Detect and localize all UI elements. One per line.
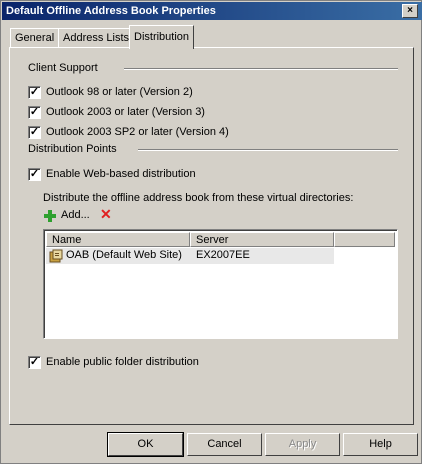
outlook98-label: Outlook 98 or later (Version 2) (46, 86, 193, 98)
help-button[interactable]: Help (343, 433, 418, 456)
add-icon (43, 209, 57, 223)
close-button[interactable]: × (402, 4, 418, 18)
tab-distribution-label: Distribution (134, 31, 190, 43)
remove-icon[interactable]: ✕ (100, 206, 112, 223)
tab-distribution[interactable]: Distribution (129, 25, 195, 49)
column-header-name[interactable]: Name (46, 232, 190, 247)
outlook2003sp2-label: Outlook 2003 SP2 or later (Version 4) (46, 126, 229, 138)
window-title: Default Offline Address Book Properties (6, 5, 216, 17)
tab-address-lists[interactable]: Address Lists (58, 28, 135, 48)
title-bar[interactable]: Default Offline Address Book Properties … (2, 2, 422, 20)
virtual-directories-list[interactable]: Name Server OAB (Default Web Site) EX200… (43, 229, 398, 339)
cancel-button[interactable]: Cancel (187, 433, 262, 456)
outlook98-checkbox[interactable]: ✓ (28, 86, 41, 99)
outlook2003-checkbox[interactable]: ✓ (28, 106, 41, 119)
row-name: OAB (Default Web Site) (66, 249, 182, 261)
row-server: EX2007EE (196, 249, 250, 261)
list-item[interactable]: OAB (Default Web Site) EX2007EE (46, 248, 334, 264)
distribution-points-divider (138, 149, 398, 151)
column-header-filler (334, 232, 395, 247)
outlook2003sp2-checkbox[interactable]: ✓ (28, 126, 41, 139)
virtual-directories-description: Distribute the offline address book from… (43, 192, 354, 204)
web-distribution-label: Enable Web-based distribution (46, 168, 196, 180)
client-support-divider (124, 68, 398, 70)
client-support-heading: Client Support (28, 62, 98, 74)
column-header-server[interactable]: Server (190, 232, 334, 247)
tab-general[interactable]: General (10, 28, 60, 48)
add-label: Add... (61, 209, 90, 221)
column-name-label: Name (52, 234, 82, 246)
column-server-label: Server (196, 234, 229, 246)
oab-directory-icon (49, 249, 63, 263)
ok-button[interactable]: OK (107, 432, 184, 457)
outlook2003-label: Outlook 2003 or later (Version 3) (46, 106, 205, 118)
public-folder-checkbox[interactable]: ✓ (28, 356, 41, 369)
public-folder-label: Enable public folder distribution (46, 356, 199, 368)
tab-general-label: General (15, 32, 55, 44)
apply-button[interactable]: Apply (265, 433, 340, 456)
tab-address-lists-label: Address Lists (63, 32, 130, 44)
add-button[interactable]: Add... (43, 208, 95, 224)
properties-dialog: Default Offline Address Book Properties … (0, 0, 422, 464)
distribution-points-heading: Distribution Points (28, 143, 117, 155)
web-distribution-checkbox[interactable]: ✓ (28, 168, 41, 181)
